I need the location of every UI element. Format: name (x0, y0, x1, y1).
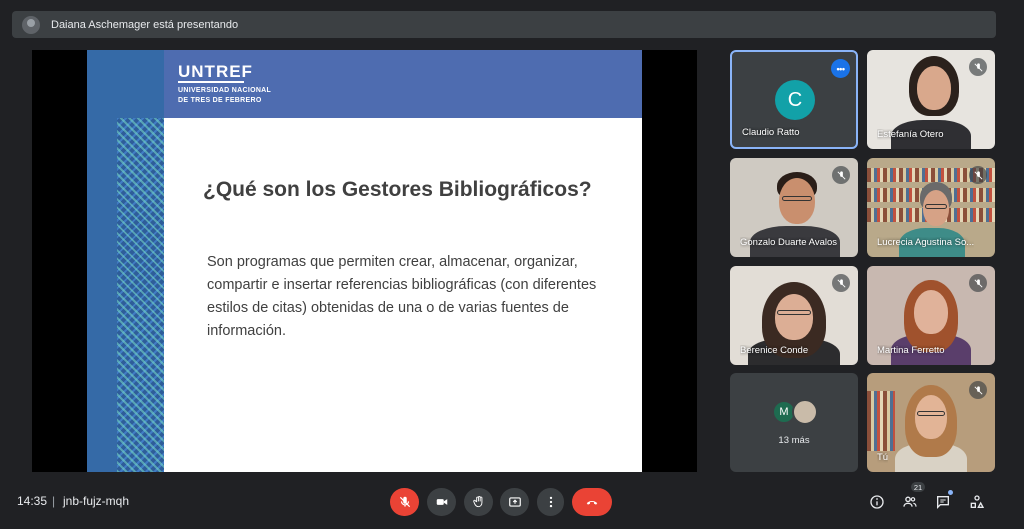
meeting-code: jnb-fujz-mqh (63, 494, 130, 508)
person-face (775, 294, 813, 340)
slide-body-text: Son programas que permiten crear, almace… (207, 254, 597, 339)
university-name-line2: DE TRES DE FEBRERO (178, 97, 262, 104)
person-face (779, 178, 815, 224)
participant-name: Gonzalo Duarte Avalos (740, 237, 837, 248)
participant-name: Martina Ferretto (877, 345, 945, 356)
participant-tile-gonzalo[interactable]: Gonzalo Duarte Avalos (730, 158, 858, 257)
more-options-icon[interactable]: ••• (831, 59, 850, 78)
more-options-button[interactable] (537, 488, 564, 516)
participant-tile-berenice[interactable]: Berenice Conde (730, 266, 858, 365)
chat-notification-dot (948, 490, 953, 495)
avatar (792, 399, 818, 425)
participant-name: Tú (877, 452, 889, 463)
present-screen-icon (508, 497, 521, 507)
people-icon (903, 496, 917, 507)
participant-name: Estefanía Otero (877, 129, 944, 140)
glasses (917, 411, 945, 416)
mic-off-icon (832, 274, 850, 292)
bookshelf (867, 391, 895, 451)
activities-button[interactable] (966, 491, 988, 513)
participant-name: Claudio Ratto (742, 127, 800, 138)
participant-tile-estefania[interactable]: Estefanía Otero (867, 50, 995, 149)
slide-pattern (117, 118, 164, 472)
presentation-stage[interactable]: UNTREF UNIVERSIDAD NACIONAL DE TRES DE F… (32, 50, 697, 472)
participant-tile-lucrecia[interactable]: Lucrecia Agustina So... (867, 158, 995, 257)
slide-side-band (87, 50, 164, 472)
clock: 14:35 (17, 494, 48, 508)
participant-tile-martina[interactable]: Martina Ferretto (867, 266, 995, 365)
slide-header (87, 50, 642, 118)
glasses (782, 196, 812, 201)
mic-off-icon (832, 166, 850, 184)
raise-hand-button[interactable] (464, 488, 493, 516)
present-screen-button[interactable] (500, 488, 529, 516)
participant-tile-self[interactable]: Tú (867, 373, 995, 472)
logo-underline (178, 81, 244, 83)
mic-off-icon (969, 58, 987, 76)
more-participants-tile[interactable]: M 13 más (730, 373, 858, 472)
chat-icon (937, 496, 949, 509)
presenter-avatar (22, 15, 40, 34)
toggle-camera-button[interactable] (427, 488, 456, 516)
raise-hand-icon (472, 495, 482, 508)
university-name-line1: UNIVERSIDAD NACIONAL (178, 87, 272, 94)
participant-name: Berenice Conde (740, 345, 809, 356)
glasses (925, 204, 947, 209)
meeting-info-button[interactable] (866, 491, 888, 513)
slide: UNTREF UNIVERSIDAD NACIONAL DE TRES DE F… (87, 50, 642, 472)
mic-off-icon (399, 496, 410, 508)
participant-name: Lucrecia Agustina So... (877, 237, 975, 248)
presenter-text: Daiana Aschemager está presentando (51, 18, 239, 31)
mic-off-icon (969, 166, 987, 184)
slide-title: ¿Qué son los Gestores Bibliográficos? (203, 178, 592, 201)
participant-tile-claudio[interactable]: C ••• Claudio Ratto (730, 50, 858, 149)
more-participants-count: 13 más (778, 435, 810, 446)
person-face (915, 395, 947, 439)
call-end-icon (586, 500, 598, 505)
bottom-toolbar: 14:35 | jnb-fujz-mqh (0, 482, 1024, 522)
mic-off-icon (969, 381, 987, 399)
person-face (914, 290, 948, 334)
mic-off-icon (969, 274, 987, 292)
videocam-icon (436, 499, 447, 505)
people-button[interactable] (899, 491, 921, 513)
people-count-badge: 21 (911, 482, 925, 492)
separator: | (52, 494, 56, 508)
toggle-mic-button[interactable] (390, 488, 419, 516)
person-face (917, 66, 951, 110)
glasses (777, 310, 811, 315)
activities-icon (970, 495, 985, 508)
avatar: C (775, 80, 815, 120)
leave-call-button[interactable] (572, 488, 612, 516)
presenter-banner: Daiana Aschemager está presentando (12, 11, 996, 38)
info-icon (870, 495, 884, 509)
more-vert-icon (549, 496, 552, 508)
university-logo-title: UNTREF (178, 62, 253, 81)
